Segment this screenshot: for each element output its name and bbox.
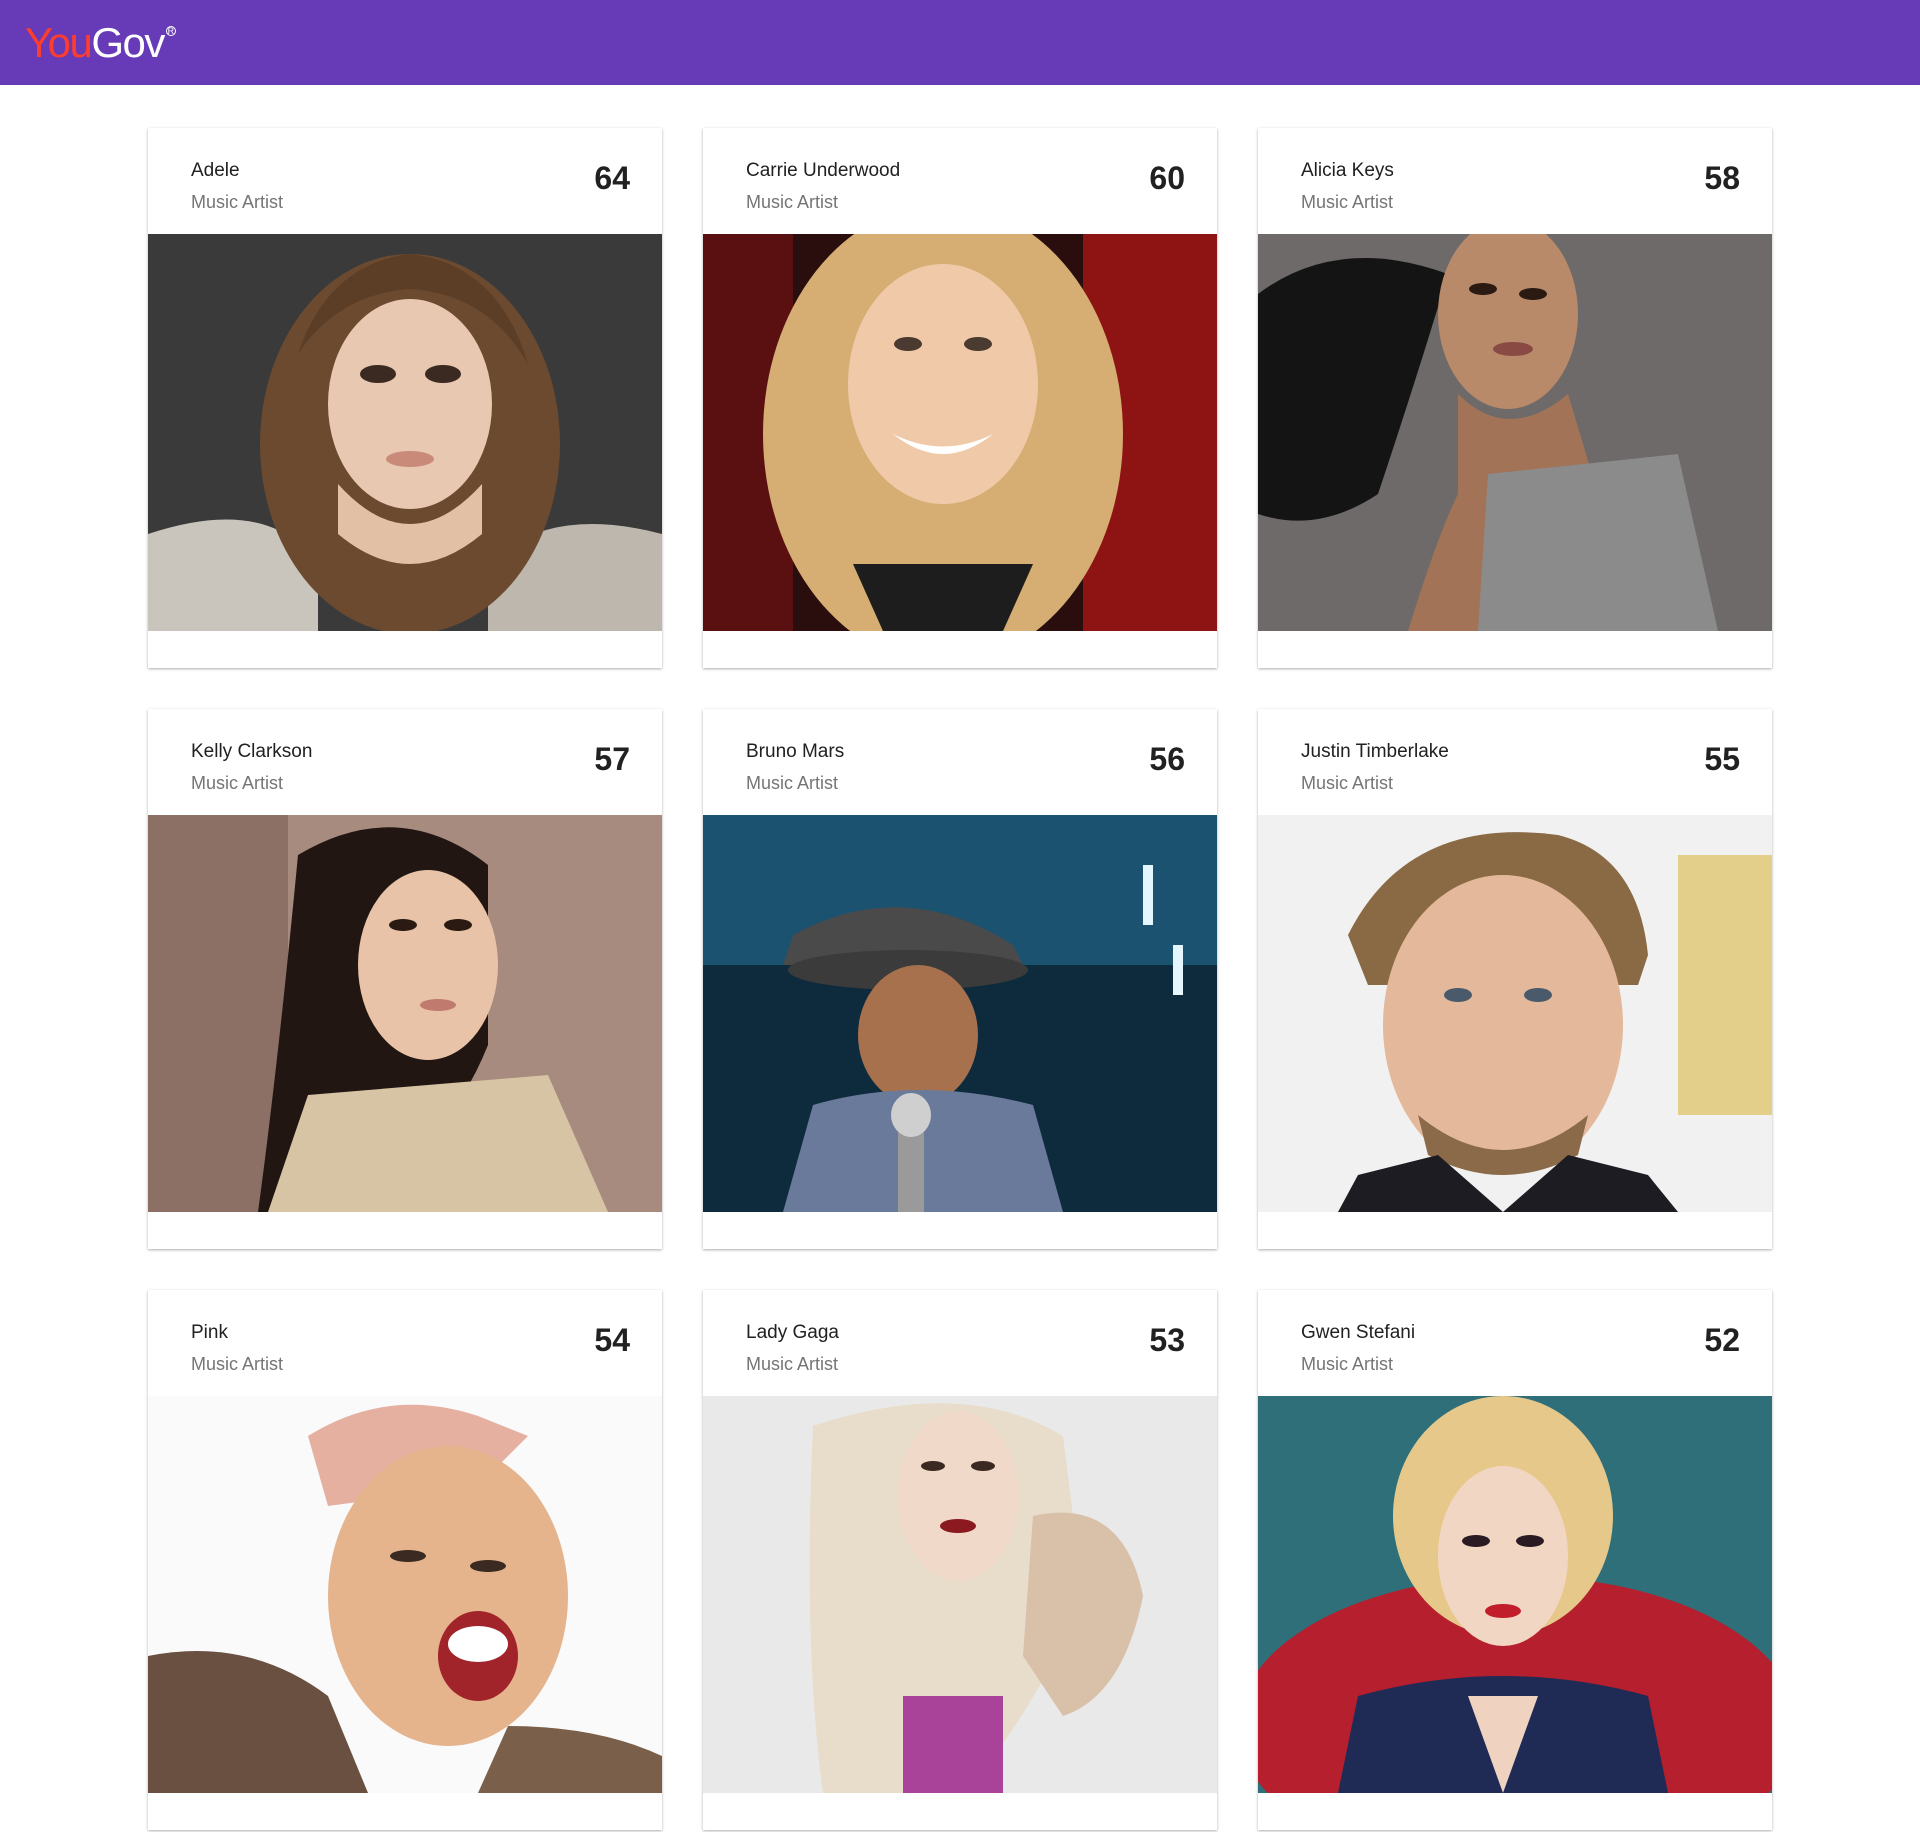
- person-card-kelly-clarkson[interactable]: Kelly Clarkson Music Artist 57: [148, 709, 662, 1249]
- card-header: Kelly Clarkson Music Artist 57: [148, 709, 662, 815]
- person-name[interactable]: Bruno Mars: [746, 741, 844, 763]
- person-card-alicia-keys[interactable]: Alicia Keys Music Artist 58: [1258, 128, 1772, 668]
- person-photo[interactable]: [1258, 1396, 1772, 1793]
- person-category: Music Artist: [1301, 1354, 1394, 1374]
- person-card-carrie-underwood[interactable]: Carrie Underwood Music Artist 60: [703, 128, 1217, 668]
- person-name[interactable]: Carrie Underwood: [746, 160, 900, 182]
- person-category: Music Artist: [746, 773, 839, 793]
- person-photo[interactable]: [1258, 815, 1772, 1212]
- card-header: Bruno Mars Music Artist 56: [703, 709, 1217, 815]
- person-card-lady-gaga[interactable]: Lady Gaga Music Artist 53: [703, 1290, 1217, 1830]
- logo-you: You: [25, 19, 93, 66]
- person-category: Music Artist: [746, 1354, 839, 1374]
- popularity-score: 55: [1704, 741, 1740, 777]
- popularity-score: 60: [1149, 160, 1185, 196]
- person-card-pink[interactable]: Pink Music Artist 54: [148, 1290, 662, 1830]
- person-category: Music Artist: [191, 773, 284, 793]
- person-card-adele[interactable]: Adele Music Artist 64: [148, 128, 662, 668]
- popularity-score: 52: [1704, 1322, 1740, 1358]
- person-name[interactable]: Justin Timberlake: [1301, 741, 1449, 763]
- person-photo[interactable]: [148, 234, 662, 631]
- card-header: Justin Timberlake Music Artist 55: [1258, 709, 1772, 815]
- person-card-gwen-stefani[interactable]: Gwen Stefani Music Artist 52: [1258, 1290, 1772, 1830]
- popularity-score: 53: [1149, 1322, 1185, 1358]
- person-name[interactable]: Lady Gaga: [746, 1322, 839, 1344]
- person-card-bruno-mars[interactable]: Bruno Mars Music Artist 56: [703, 709, 1217, 1249]
- registered-mark-icon: R: [165, 26, 176, 36]
- person-photo[interactable]: [703, 1396, 1217, 1793]
- person-photo[interactable]: [148, 1396, 662, 1793]
- person-category: Music Artist: [1301, 192, 1394, 212]
- person-category: Music Artist: [191, 192, 284, 212]
- popularity-score: 64: [594, 160, 630, 196]
- popularity-score: 54: [594, 1322, 630, 1358]
- card-header: Adele Music Artist 64: [148, 128, 662, 234]
- popularity-score: 56: [1149, 741, 1185, 777]
- card-header: Lady Gaga Music Artist 53: [703, 1290, 1217, 1396]
- person-name[interactable]: Adele: [191, 160, 240, 182]
- person-category: Music Artist: [191, 1354, 284, 1374]
- card-header: Pink Music Artist 54: [148, 1290, 662, 1396]
- person-photo[interactable]: [1258, 234, 1772, 631]
- person-photo[interactable]: [703, 815, 1217, 1212]
- person-name[interactable]: Alicia Keys: [1301, 160, 1394, 182]
- person-category: Music Artist: [746, 192, 839, 212]
- person-card-justin-timberlake[interactable]: Justin Timberlake Music Artist 55: [1258, 709, 1772, 1249]
- popularity-score: 57: [594, 741, 630, 777]
- person-name[interactable]: Kelly Clarkson: [191, 741, 312, 763]
- person-name[interactable]: Gwen Stefani: [1301, 1322, 1415, 1344]
- person-name[interactable]: Pink: [191, 1322, 228, 1344]
- top-bar: You Gov R: [0, 0, 1920, 85]
- yougov-logo[interactable]: You Gov R: [25, 18, 176, 68]
- person-photo[interactable]: [703, 234, 1217, 631]
- popularity-score: 58: [1704, 160, 1740, 196]
- card-header: Carrie Underwood Music Artist 60: [703, 128, 1217, 234]
- card-header: Alicia Keys Music Artist 58: [1258, 128, 1772, 234]
- person-photo[interactable]: [148, 815, 662, 1212]
- card-header: Gwen Stefani Music Artist 52: [1258, 1290, 1772, 1396]
- logo-gov: Gov: [91, 19, 165, 66]
- person-category: Music Artist: [1301, 773, 1394, 793]
